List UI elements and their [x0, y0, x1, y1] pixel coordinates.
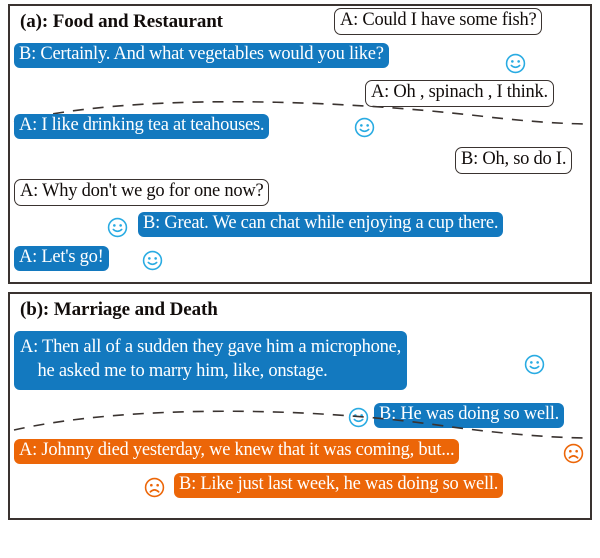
message-bubble-a7: B: Great. We can chat while enjoying a c…: [138, 212, 504, 237]
message-bubble-b2: B: He was doing so well.: [374, 403, 565, 428]
message-bubble-a2: B: Certainly. And what vegetables would …: [14, 43, 389, 68]
figure-root: (a): Food and Restaurant A: Could I have…: [0, 0, 600, 558]
panel-b-title: (b): Marriage and Death: [20, 299, 218, 320]
message-bubble-b1-line1: A: Then all of a sudden they gave him a …: [20, 337, 401, 357]
panel-food-and-restaurant: (a): Food and Restaurant A: Could I have…: [8, 4, 592, 284]
message-bubble-b1: A: Then all of a sudden they gave him a …: [14, 331, 407, 390]
message-bubble-b3: A: Johnny died yesterday, we knew that i…: [14, 439, 460, 464]
panel-marriage-and-death: (b): Marriage and Death A: Then all of a…: [8, 292, 592, 520]
smiley-face-icon: [524, 354, 545, 375]
smiley-face-icon: [142, 250, 163, 271]
smiley-face-icon: [505, 53, 526, 74]
frowning-face-icon: [144, 477, 165, 498]
message-bubble-b4: B: Like just last week, he was doing so …: [174, 473, 504, 498]
message-bubble-a8: A: Let's go!: [14, 246, 109, 271]
frowning-face-icon: [563, 443, 584, 464]
message-bubble-a3: A: Oh , spinach , I think.: [365, 80, 554, 107]
message-bubble-a1: A: Could I have some fish?: [334, 8, 543, 35]
message-bubble-a5: B: Oh, so do I.: [455, 147, 573, 174]
message-bubble-a4: A: I like drinking tea at teahouses.: [14, 114, 270, 139]
smiley-face-icon: [348, 407, 369, 428]
smiley-face-icon: [107, 217, 128, 238]
message-bubble-a6: A: Why don't we go for one now?: [14, 179, 270, 206]
panel-a-title: (a): Food and Restaurant: [20, 11, 223, 32]
smiley-face-icon: [354, 117, 375, 138]
message-bubble-b1-line2: he asked me to marry him, like, onstage.: [20, 361, 328, 382]
